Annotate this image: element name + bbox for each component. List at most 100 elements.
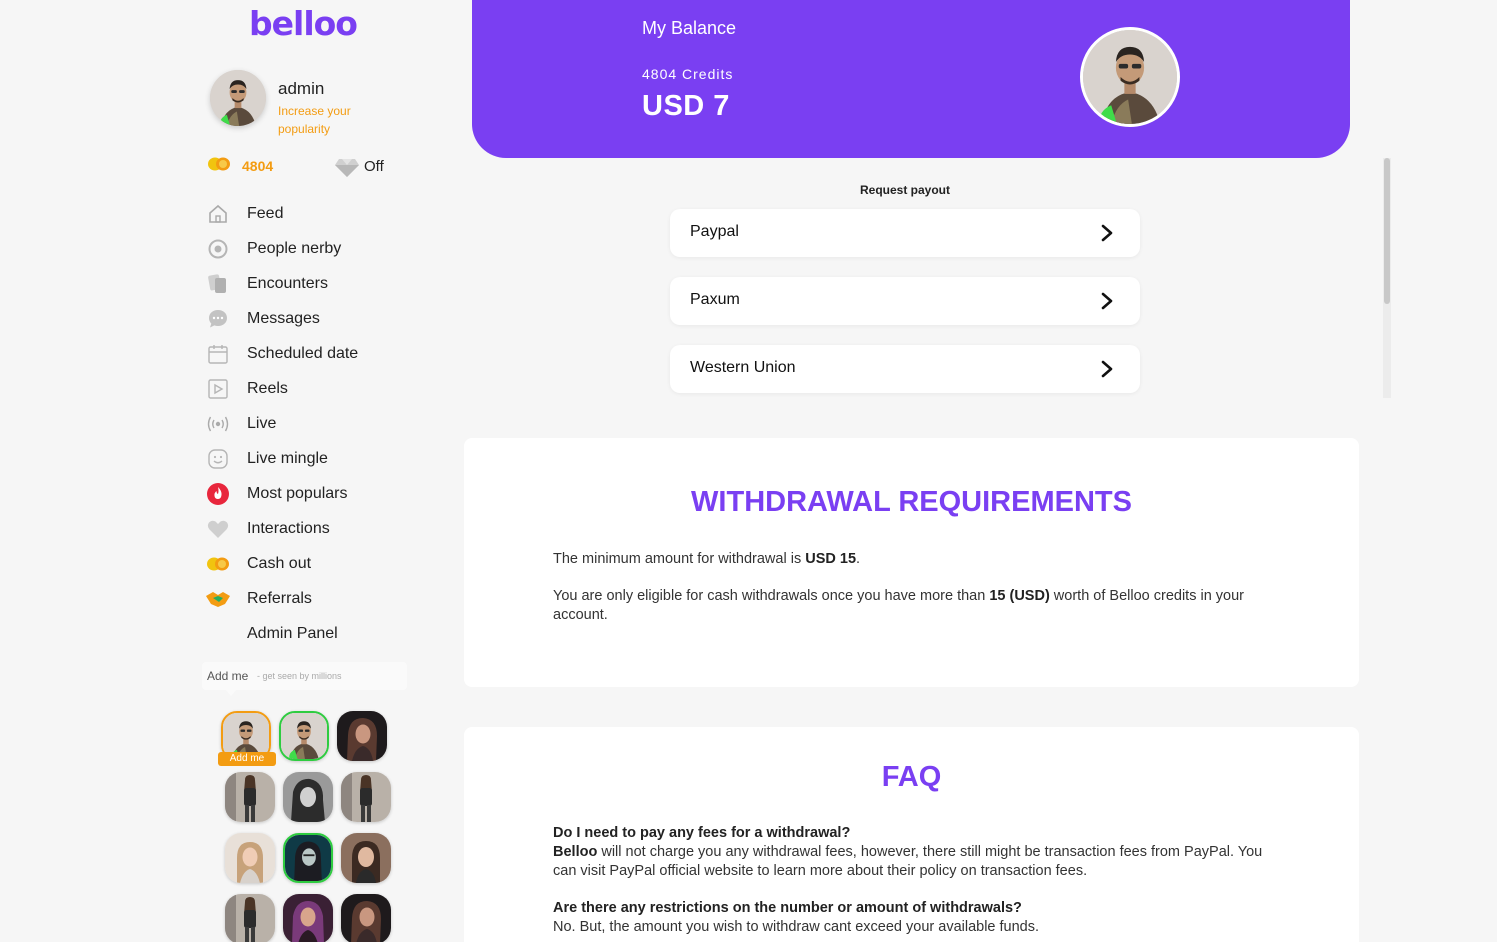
profile-name[interactable]: admin xyxy=(278,79,324,99)
calendar-icon xyxy=(205,342,231,366)
credits-row: 4804 Off xyxy=(207,154,397,180)
eligibility-text: You are only eligible for cash withdrawa… xyxy=(553,587,1273,625)
minimum-amount-value: USD 15 xyxy=(805,551,857,567)
fire-icon xyxy=(205,482,231,506)
sidebar-item-label: Referrals xyxy=(247,590,312,607)
text-span: The minimum amount for withdrawal is xyxy=(553,551,806,567)
sidebar-item-label: Messages xyxy=(247,310,320,327)
sidebar-item-people-nearby[interactable]: People nerby xyxy=(205,232,425,267)
app-logo[interactable]: belloo xyxy=(249,4,358,43)
spotlight-user-thumbnail[interactable] xyxy=(341,772,391,822)
payout-option-paypal[interactable]: Paypal xyxy=(670,209,1140,257)
sidebar-item-label: Live xyxy=(247,415,277,432)
payout-option-western-union[interactable]: Western Union xyxy=(670,345,1140,393)
sidebar-item-admin-panel[interactable]: Admin Panel xyxy=(205,617,425,652)
sidebar-item-live-mingle[interactable]: Live mingle xyxy=(205,442,425,477)
sidebar-item-label: Most populars xyxy=(247,485,348,502)
balance-amount: USD 7 xyxy=(642,90,730,122)
sidebar-item-referrals[interactable]: Referrals xyxy=(205,582,425,617)
minimum-amount-text: The minimum amount for withdrawal is USD… xyxy=(553,550,1273,569)
sidebar-item-label: Live mingle xyxy=(247,450,328,467)
sidebar-item-interactions[interactable]: Interactions xyxy=(205,512,425,547)
sidebar-item-label: Scheduled date xyxy=(247,345,359,362)
withdrawal-requirements-card: WITHDRAWAL REQUIREMENTS The minimum amou… xyxy=(464,438,1359,687)
broadcast-icon xyxy=(205,412,231,436)
faq-card: FAQ Do I need to pay any fees for a with… xyxy=(464,727,1359,942)
chevron-right-icon xyxy=(1101,360,1113,378)
sidebar-item-encounters[interactable]: Encounters xyxy=(205,267,425,302)
add-me-label: Add me xyxy=(207,669,249,683)
balance-title: My Balance xyxy=(642,18,737,38)
payout-option-label: Paxum xyxy=(690,291,740,308)
faq-item: Do I need to pay any fees for a withdraw… xyxy=(553,824,1273,881)
spotlight-user-thumbnail[interactable] xyxy=(337,711,387,761)
coins-icon xyxy=(205,552,231,576)
play-icon xyxy=(205,377,231,401)
coins-icon xyxy=(208,157,230,171)
payout-option-label: Paypal xyxy=(690,223,739,240)
request-payout-title: Request payout xyxy=(859,183,950,197)
sidebar-item-label: Cash out xyxy=(247,555,312,572)
sidebar-item-reels[interactable]: Reels xyxy=(205,372,425,407)
increase-popularity-link[interactable]: Increase your popularity xyxy=(278,102,378,138)
spotlight-user-thumbnail[interactable] xyxy=(279,711,329,761)
spotlight-user-thumbnail[interactable] xyxy=(341,833,391,883)
sidebar-item-label: Feed xyxy=(247,205,284,222)
sidebar-nav: Feed People nerby Encounters Messages Sc… xyxy=(205,197,425,652)
brand-name: Belloo xyxy=(553,844,598,860)
sidebar-item-live[interactable]: Live xyxy=(205,407,425,442)
add-me-tag[interactable]: Add me xyxy=(218,752,276,766)
faq-item: Are there any restrictions on the number… xyxy=(553,899,1273,937)
profile-avatar[interactable] xyxy=(210,70,266,126)
spotlight-user-thumbnail[interactable] xyxy=(283,833,333,883)
sidebar-item-cash-out[interactable]: Cash out xyxy=(205,547,425,582)
scrollbar-thumb[interactable] xyxy=(1384,158,1390,304)
balance-credits: 4804 Credits xyxy=(642,66,734,82)
heart-icon xyxy=(205,517,231,541)
smile-icon xyxy=(205,447,231,471)
sidebar-item-label: Reels xyxy=(247,380,288,397)
home-icon xyxy=(205,202,231,226)
faq-answer: Belloo will not charge you any withdrawa… xyxy=(553,843,1273,881)
text-span: You are only eligible for cash withdrawa… xyxy=(553,588,990,604)
diamond-icon xyxy=(335,159,359,177)
text-span: . xyxy=(856,551,861,567)
spotlight-user-thumbnail[interactable] xyxy=(283,772,333,822)
balance-header: My Balance 4804 Credits USD 7 xyxy=(472,0,1350,158)
sidebar-item-label: People nerby xyxy=(247,240,342,257)
sidebar-item-scheduled-date[interactable]: Scheduled date xyxy=(205,337,425,372)
spotlight-user-thumbnail[interactable] xyxy=(341,894,391,942)
faq-question: Are there any restrictions on the number… xyxy=(553,900,1022,916)
payout-option-label: Western Union xyxy=(690,359,796,376)
text-span: will not charge you any withdrawal fees,… xyxy=(553,844,1263,879)
sidebar-item-label: Encounters xyxy=(247,275,328,292)
sidebar-item-feed[interactable]: Feed xyxy=(205,197,425,232)
sidebar-item-label: Admin Panel xyxy=(247,625,338,642)
add-me-bar[interactable]: Add me - get seen by millions xyxy=(202,662,407,690)
chevron-right-icon xyxy=(1101,292,1113,310)
add-me-pointer xyxy=(225,689,237,696)
faq-title: FAQ xyxy=(881,761,942,793)
payout-option-paxum[interactable]: Paxum xyxy=(670,277,1140,325)
balance-avatar[interactable] xyxy=(1080,27,1180,127)
add-me-hint: - get seen by millions xyxy=(257,671,342,681)
eligibility-amount-value: 15 (USD) xyxy=(989,588,1050,604)
spotlight-user-thumbnail[interactable] xyxy=(225,772,275,822)
chat-icon xyxy=(205,307,231,331)
chevron-right-icon xyxy=(1101,224,1113,242)
sidebar: belloo admin Increase your popularity 48… xyxy=(0,0,430,942)
spotlight-user-thumbnail[interactable] xyxy=(225,833,275,883)
spotlight-user-thumbnail[interactable] xyxy=(225,894,275,942)
spotlight-user-thumbnail[interactable] xyxy=(283,894,333,942)
requirements-title: WITHDRAWAL REQUIREMENTS xyxy=(691,486,1132,518)
radar-icon xyxy=(205,237,231,261)
sidebar-item-most-populars[interactable]: Most populars xyxy=(205,477,425,512)
cards-icon xyxy=(205,272,231,296)
handshake-icon xyxy=(205,587,231,611)
vip-status[interactable]: Off xyxy=(364,158,384,175)
sidebar-item-messages[interactable]: Messages xyxy=(205,302,425,337)
faq-question: Do I need to pay any fees for a withdraw… xyxy=(553,825,851,841)
sidebar-item-label: Interactions xyxy=(247,520,330,537)
faq-answer: No. But, the amount you wish to withdraw… xyxy=(553,919,1040,935)
credits-count[interactable]: 4804 xyxy=(242,158,273,174)
